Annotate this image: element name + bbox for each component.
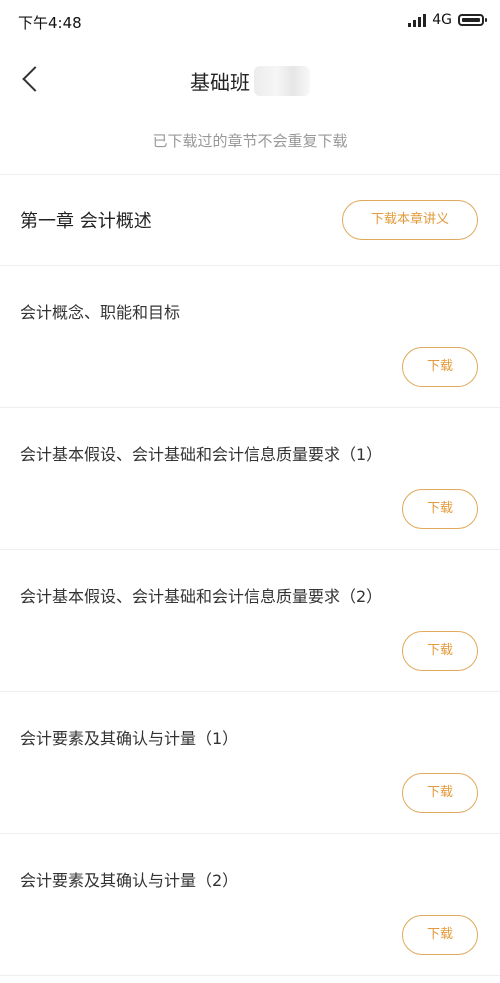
nav-title-wrap: 基础班 — [0, 66, 500, 96]
chapter-title: 第一章 会计概述 — [20, 211, 152, 232]
status-time: 下午4:48 — [18, 14, 82, 32]
download-chapter-handout-button[interactable]: 下载本章讲义 — [342, 200, 478, 240]
section-title: 会计基本假设、会计基础和会计信息质量要求（2） — [20, 587, 383, 606]
battery-icon — [458, 14, 487, 26]
status-icons: 4G — [408, 12, 487, 28]
list-item: 会计基本假设、会计基础和会计信息质量要求（1） 下载 — [0, 408, 500, 549]
list-item: 会计概念、职能和目标下载 — [0, 266, 500, 407]
list-item: 会计要素及其确认与计量（2） 下载 — [0, 834, 500, 975]
download-button[interactable]: 下载 — [402, 347, 478, 387]
section-title: 会计概念、职能和目标 — [20, 303, 181, 322]
section-title: 会计基本假设、会计基础和会计信息质量要求（1） — [20, 445, 383, 464]
page-title: 基础班 — [190, 70, 250, 95]
network-type: 4G — [432, 12, 452, 28]
nav-bar: 基础班 — [0, 44, 500, 116]
download-button[interactable]: 下载 — [402, 773, 478, 813]
section-list: 会计概念、职能和目标 下载 会计基本假设、会计基础和会计信息质量要求（1） 下载 会计基… — [0, 266, 500, 976]
chapter-row: 第一章 会计概述 下载本章讲义 — [0, 175, 500, 265]
list-item: 会计要素及其确认与计量（1） 下载 — [0, 692, 500, 833]
list-item: 会计基本假设、会计基础和会计信息质量要求（2） 下载 — [0, 550, 500, 691]
download-button[interactable]: 下载 — [402, 489, 478, 529]
download-notice: 已下载过的章节不会重复下载 — [152, 132, 348, 150]
section-title: 会计要素及其确认与计量（2） — [20, 871, 239, 890]
download-button[interactable]: 下载 — [402, 915, 478, 955]
signal-icon — [408, 13, 427, 27]
redacted-mask — [254, 66, 310, 96]
section-title: 会计要素及其确认与计量（1） — [20, 729, 239, 748]
divider — [0, 975, 500, 976]
status-bar: 下午4:48 4G — [0, 0, 500, 44]
download-button[interactable]: 下载 — [402, 631, 478, 671]
